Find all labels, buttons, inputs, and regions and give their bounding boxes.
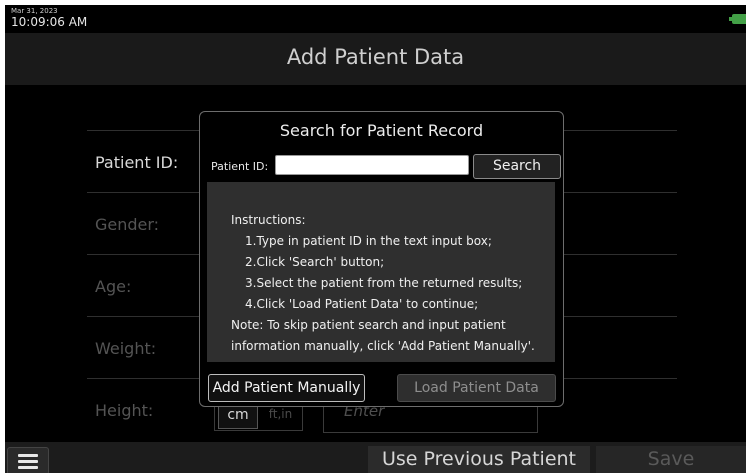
battery-icon (729, 14, 746, 24)
instruction-line: 3.Select the patient from the returned r… (245, 276, 523, 290)
instruction-line: 2.Click 'Search' button; (245, 255, 385, 269)
instruction-line: 1.Type in patient ID in the text input b… (245, 234, 492, 248)
page-title: Add Patient Data (286, 45, 465, 69)
search-button[interactable]: Search (473, 154, 561, 179)
load-patient-data-button[interactable]: Load Patient Data (397, 374, 556, 402)
hamburger-menu-icon[interactable] (7, 447, 49, 473)
app-screen: Mar 31, 2023 10:09:06 AM Add Patient Dat… (5, 5, 746, 473)
header-bar: Add Patient Data (5, 33, 746, 85)
instruction-note: information manually, click 'Add Patient… (231, 339, 535, 353)
instruction-note: Note: To skip patient search and input p… (231, 318, 506, 332)
gender-label: Gender: (95, 215, 160, 234)
height-label: Height: (95, 401, 154, 420)
patient-id-input[interactable] (275, 155, 469, 175)
instruction-line: Instructions: (231, 213, 306, 227)
dialog-title: Search for Patient Record (279, 121, 484, 140)
dialog-patient-id-label: Patient ID: (211, 160, 269, 173)
search-patient-dialog: Search for Patient Record Patient ID: Se… (199, 111, 564, 407)
status-date: Mar 31, 2023 (11, 7, 58, 15)
add-patient-manually-button[interactable]: Add Patient Manually (208, 374, 365, 402)
instructions-panel: Instructions: 1.Type in patient ID in th… (207, 182, 555, 362)
weight-label: Weight: (95, 339, 157, 358)
status-time: 10:09:06 AM (11, 15, 88, 29)
use-previous-patient-button[interactable]: Use Previous Patient (368, 446, 590, 473)
save-button[interactable]: Save (596, 446, 746, 473)
bottom-bar: Use Previous Patient Save (5, 442, 746, 473)
patient-id-label: Patient ID: (95, 153, 179, 172)
age-label: Age: (95, 277, 132, 296)
instruction-line: 4.Click 'Load Patient Data' to continue; (245, 297, 479, 311)
